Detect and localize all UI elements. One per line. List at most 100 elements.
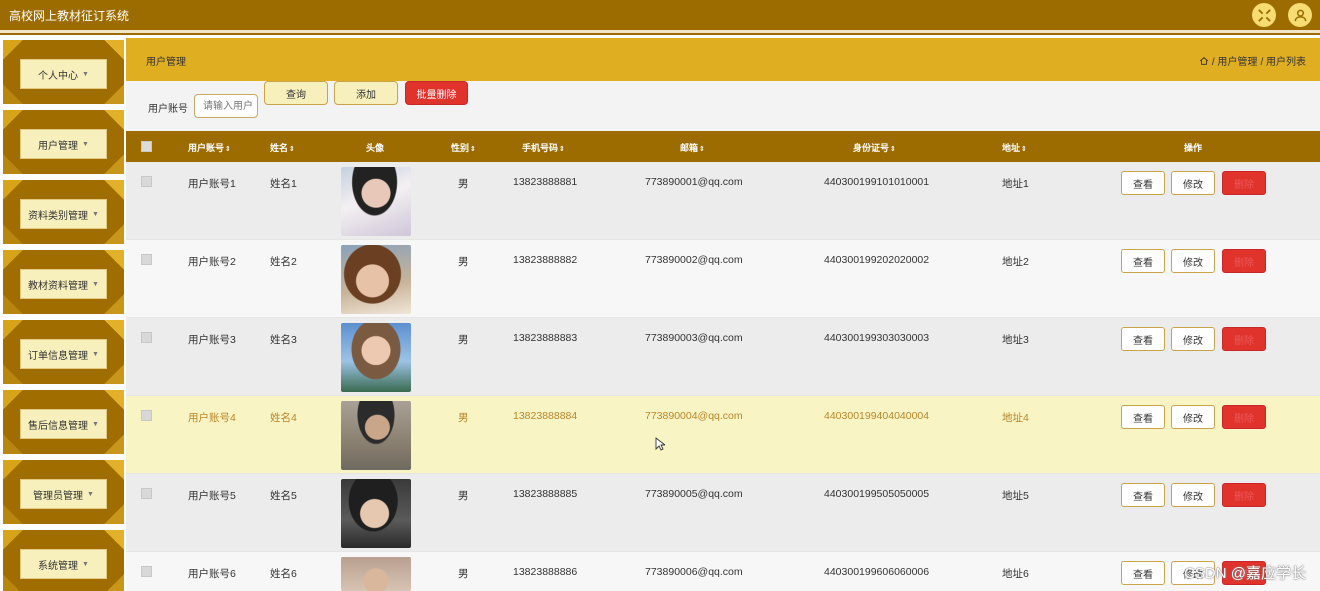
app-title: 高校网上教材征订系统 — [9, 8, 130, 23]
cell-address: 地址1 — [1002, 178, 1029, 190]
top-icons — [1252, 3, 1312, 27]
sidebar-item-admin-management[interactable]: 管理员管理 ▼ — [3, 460, 124, 524]
cell-email: 773890004@qq.com — [645, 410, 743, 422]
row-checkbox[interactable] — [141, 254, 152, 265]
view-button[interactable]: 查看 — [1121, 483, 1165, 507]
edit-button[interactable]: 修改 — [1171, 405, 1215, 429]
sidebar-item-label-box[interactable]: 用户管理 ▼ — [20, 129, 107, 159]
cell-email: 773890001@qq.com — [645, 176, 743, 188]
user-icon[interactable] — [1288, 3, 1312, 27]
cell-account: 用户账号3 — [188, 334, 236, 346]
breadcrumb-item: / 用户列表 — [1260, 57, 1306, 68]
sidebar-item-label-box[interactable]: 售后信息管理 ▼ — [20, 409, 107, 439]
select-all-checkbox[interactable] — [141, 141, 152, 152]
sidebar-item-system-management[interactable]: 系统管理 ▼ — [3, 530, 124, 591]
sidebar-item-textbook-management[interactable]: 教材资料管理 ▼ — [3, 250, 124, 314]
cell-account: 用户账号5 — [188, 490, 236, 502]
batch-delete-button[interactable]: 批量删除 — [405, 81, 468, 105]
sidebar-item-label-box[interactable]: 管理员管理 ▼ — [20, 479, 107, 509]
sidebar-item-order-management[interactable]: 订单信息管理 ▼ — [3, 320, 124, 384]
chevron-down-icon: ▼ — [92, 350, 99, 358]
sidebar-item-user-management[interactable]: 用户管理 ▼ — [3, 110, 124, 174]
cell-address: 地址3 — [1002, 334, 1029, 346]
column-header: 头像 — [366, 143, 385, 153]
column-header[interactable]: 地址⇕ — [1002, 141, 1027, 154]
column-header[interactable]: 邮箱⇕ — [680, 141, 705, 154]
page-header: 用户管理 / 用户管理 / 用户列表 — [126, 38, 1320, 81]
cell-email: 773890003@qq.com — [645, 332, 743, 344]
sidebar-item-label-box[interactable]: 系统管理 ▼ — [20, 549, 107, 579]
sidebar-item-label-box[interactable]: 个人中心 ▼ — [20, 59, 107, 89]
column-header[interactable]: 身份证号⇕ — [853, 141, 896, 154]
query-button[interactable]: 查询 — [264, 81, 328, 105]
sidebar-item-personal-center[interactable]: 个人中心 ▼ — [3, 40, 124, 104]
table-row[interactable]: 用户账号4 姓名4 男 13823888884 773890004@qq.com… — [126, 396, 1320, 474]
sidebar-item-label-box[interactable]: 教材资料管理 ▼ — [20, 269, 107, 299]
cell-gender: 男 — [458, 334, 469, 346]
avatar — [341, 245, 411, 314]
view-button[interactable]: 查看 — [1121, 327, 1165, 351]
cell-id-card: 440300199404040004 — [824, 410, 930, 422]
edit-button[interactable]: 修改 — [1171, 483, 1215, 507]
delete-button[interactable]: 删除 — [1222, 249, 1266, 273]
delete-button[interactable]: 删除 — [1222, 483, 1266, 507]
chevron-down-icon: ▼ — [82, 560, 89, 568]
cell-phone: 13823888886 — [513, 566, 578, 578]
cell-name: 姓名2 — [270, 256, 297, 268]
sort-icon: ⇕ — [1021, 146, 1027, 153]
table-row[interactable]: 用户账号3 姓名3 男 13823888883 773890003@qq.com… — [126, 318, 1320, 396]
sidebar-item-category-management[interactable]: 资料类别管理 ▼ — [3, 180, 124, 244]
sidebar-item-label-box[interactable]: 资料类别管理 ▼ — [20, 199, 107, 229]
sidebar-item-label: 用户管理 — [38, 140, 79, 152]
table-row[interactable]: 用户账号6 姓名6 男 13823888886 773890006@qq.com… — [126, 552, 1320, 591]
delete-button[interactable]: 删除 — [1222, 171, 1266, 195]
column-header: 操作 — [1184, 143, 1203, 153]
chevron-down-icon: ▼ — [87, 490, 94, 498]
top-bar: 高校网上教材征订系统 — [0, 0, 1320, 30]
row-checkbox[interactable] — [141, 176, 152, 187]
edit-button[interactable]: 修改 — [1171, 171, 1215, 195]
cell-address: 地址4 — [1002, 412, 1029, 424]
home-icon[interactable] — [1199, 56, 1209, 66]
column-header[interactable]: 姓名⇕ — [270, 141, 295, 154]
view-button[interactable]: 查看 — [1121, 405, 1165, 429]
fullscreen-icon[interactable] — [1252, 3, 1276, 27]
column-header[interactable]: 性别⇕ — [451, 141, 476, 154]
table-row[interactable]: 用户账号1 姓名1 男 13823888881 773890001@qq.com… — [126, 162, 1320, 240]
row-checkbox[interactable] — [141, 566, 152, 577]
cell-id-card: 440300199303030003 — [824, 332, 930, 344]
cell-phone: 13823888884 — [513, 410, 578, 422]
edit-button[interactable]: 修改 — [1171, 327, 1215, 351]
table-row[interactable]: 用户账号2 姓名2 男 13823888882 773890002@qq.com… — [126, 240, 1320, 318]
cell-id-card: 440300199202020002 — [824, 254, 930, 266]
view-button[interactable]: 查看 — [1121, 249, 1165, 273]
breadcrumb-item[interactable]: / 用户管理 — [1212, 53, 1258, 68]
search-input[interactable] — [194, 94, 258, 118]
edit-button[interactable]: 修改 — [1171, 249, 1215, 273]
row-checkbox[interactable] — [141, 410, 152, 421]
sidebar-item-label-box[interactable]: 订单信息管理 ▼ — [20, 339, 107, 369]
column-header[interactable]: 手机号码⇕ — [522, 141, 565, 154]
search-bar: 用户账号 查询 添加 批量删除 — [126, 81, 1320, 131]
avatar — [341, 479, 411, 548]
view-button[interactable]: 查看 — [1121, 561, 1165, 585]
cell-gender: 男 — [458, 490, 469, 502]
delete-button[interactable]: 删除 — [1222, 405, 1266, 429]
cell-gender: 男 — [458, 178, 469, 190]
view-button[interactable]: 查看 — [1121, 171, 1165, 195]
cell-phone: 13823888882 — [513, 254, 578, 266]
row-checkbox[interactable] — [141, 488, 152, 499]
cell-name: 姓名5 — [270, 490, 297, 502]
cell-id-card: 440300199505050005 — [824, 488, 930, 500]
sort-icon: ⇕ — [225, 146, 231, 153]
cell-account: 用户账号2 — [188, 256, 236, 268]
add-button[interactable]: 添加 — [334, 81, 398, 105]
sidebar-item-aftersale-management[interactable]: 售后信息管理 ▼ — [3, 390, 124, 454]
row-checkbox[interactable] — [141, 332, 152, 343]
sort-icon: ⇕ — [890, 146, 896, 153]
table-row[interactable]: 用户账号5 姓名5 男 13823888885 773890005@qq.com… — [126, 474, 1320, 552]
delete-button[interactable]: 删除 — [1222, 327, 1266, 351]
cell-account: 用户账号6 — [188, 568, 236, 580]
column-header[interactable]: 用户账号⇕ — [188, 141, 231, 154]
avatar — [341, 323, 411, 392]
